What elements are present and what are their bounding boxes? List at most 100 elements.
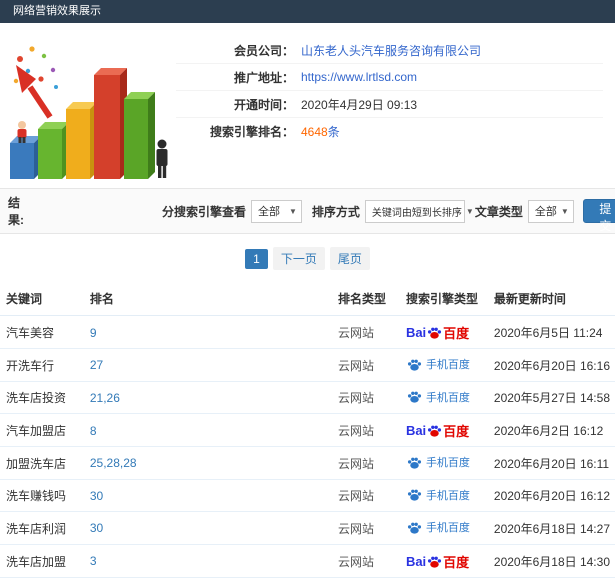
rank-count-unit: 条	[327, 125, 340, 139]
table-row: 汽车美容 9 云网站 Bai百度 手机百度 2020年6月5日 11:24	[0, 315, 615, 349]
mobile-baidu-paw-icon	[407, 489, 421, 501]
keyword-cell: 洗车店利润	[0, 511, 84, 545]
submit-button[interactable]: 提交	[582, 199, 615, 233]
search-engine-logo: Bai百度 手机百度	[406, 519, 470, 535]
mobile-baidu-paw-icon	[407, 391, 421, 403]
rank-type-cell: 云网站	[332, 511, 400, 545]
engine-cell: Bai百度 手机百度	[399, 348, 488, 382]
engine-select[interactable]: 全部 ▼	[251, 199, 302, 223]
updated-cell: 2020年6月20日 16:11	[487, 446, 615, 480]
keyword-cell: 汽车美容	[0, 315, 84, 349]
keyword-cell: 洗车店投资	[0, 381, 84, 414]
rank-value-link[interactable]: 25,28,28	[90, 456, 137, 470]
page-last-button[interactable]: 尾页	[329, 247, 370, 270]
mobile-baidu-label: 手机百度	[425, 391, 470, 404]
page-next-button[interactable]: 下一页	[272, 247, 325, 270]
sort-select-value: 关键词由短到长排序	[371, 207, 462, 219]
open-time-label: 开通时间：	[233, 97, 294, 112]
rank-cell: 30	[83, 511, 333, 545]
mobile-baidu-label: 手机百度	[425, 457, 470, 469]
rank-value-link[interactable]: 3	[90, 554, 97, 568]
header-engine-type: 搜索引擎类型	[399, 282, 488, 316]
mobile-baidu-label: 手机百度	[425, 522, 470, 534]
info-row-company: 会员公司： 山东老人头汽车服务咨询有限公司	[176, 37, 603, 64]
baidu-logo: Bai 百度	[406, 421, 469, 440]
table-row: 汽车加盟店 8 云网站 Bai百度 手机百度 2020年6月2日 16:12	[0, 413, 615, 447]
search-engine-logo: Bai百度 手机百度	[406, 421, 469, 440]
updated-cell: 2020年6月18日 14:27	[487, 511, 615, 545]
keyword-cell: 开洗车行	[0, 348, 84, 382]
rank-cell: 30	[83, 479, 333, 512]
engine-cell: Bai百度 手机百度	[399, 315, 488, 349]
promotion-url-link[interactable]: https://www.lrtlsd.com	[301, 70, 417, 84]
page-header: 网络营销效果展示	[0, 0, 615, 23]
rank-type-cell: 云网站	[332, 348, 400, 382]
rank-cell: 9	[83, 315, 333, 349]
keyword-cell: 加盟洗车店	[0, 446, 84, 480]
updated-cell: 2020年6月2日 16:12	[487, 413, 615, 447]
open-time-value: 2020年4月29日 09:13	[301, 97, 418, 112]
sort-select[interactable]: 关键词由短到长排序 ▼	[364, 199, 474, 223]
header-keyword: 关键词	[0, 282, 84, 316]
rank-value-link[interactable]: 8	[90, 424, 97, 438]
engine-select-value: 全部	[258, 206, 280, 218]
mobile-baidu-paw-icon	[407, 522, 421, 534]
header-rank-type: 排名类型	[332, 282, 400, 316]
company-label: 会员公司：	[233, 43, 294, 58]
updated-cell: 2020年6月20日 16:16	[487, 348, 615, 382]
filter-group: 分搜索引擎查看 全部 ▼ 排序方式 关键词由短到长排序 ▼ 文章类型 全部 ▼ …	[161, 199, 615, 233]
baidu-logo-du: 百度	[443, 424, 470, 439]
page-current[interactable]: 1	[245, 248, 268, 269]
keyword-cell: 洗车店加盟	[0, 544, 84, 578]
illustration-panel	[4, 29, 176, 184]
baidu-logo: Bai 百度	[406, 552, 469, 571]
baidu-logo-du: 百度	[443, 554, 470, 570]
search-engine-logo: Bai百度 手机百度	[406, 552, 469, 571]
engine-cell: Bai百度 手机百度	[399, 511, 488, 545]
baidu-logo-bai: Bai	[405, 423, 427, 438]
rank-type-cell: 云网站	[332, 446, 400, 480]
chevron-down-icon: ▼	[288, 206, 297, 216]
mobile-baidu-logo: 手机百度	[406, 487, 470, 503]
header-rank: 排名	[83, 282, 333, 316]
baidu-paw-icon	[428, 425, 442, 437]
results-filter-bar: 结果: 分搜索引擎查看 全部 ▼ 排序方式 关键词由短到长排序 ▼ 文章类型 全…	[0, 188, 615, 234]
mobile-baidu-paw-icon	[407, 359, 421, 371]
company-link[interactable]: 山东老人头汽车服务咨询有限公司	[301, 42, 481, 59]
rank-cell: 27	[83, 348, 333, 382]
updated-cell: 2020年6月18日 14:30	[487, 544, 615, 578]
baidu-logo: Bai 百度	[406, 323, 469, 342]
rank-cell: 21,26	[83, 381, 333, 414]
mobile-baidu-label: 手机百度	[425, 489, 470, 502]
engine-cell: Bai百度 手机百度	[399, 479, 488, 512]
rank-value-link[interactable]: 27	[90, 358, 103, 372]
article-type-select[interactable]: 全部 ▼	[527, 199, 574, 223]
rank-value-link[interactable]: 21,26	[90, 391, 120, 405]
rank-cell: 25,28,28	[83, 446, 333, 480]
mobile-baidu-label: 手机百度	[425, 359, 470, 371]
keyword-cell: 汽车加盟店	[0, 413, 84, 447]
search-engine-logo: Bai百度 手机百度	[406, 389, 470, 405]
table-row: 洗车店利润 30 云网站 Bai百度 手机百度 2020年6月18日 14:27	[0, 511, 615, 545]
info-row-rank-count: 搜索引擎排名： 4648条	[176, 118, 603, 145]
chevron-down-icon: ▼	[465, 206, 474, 216]
rank-count-label: 搜索引擎排名：	[209, 125, 294, 139]
rank-value-link[interactable]: 30	[90, 521, 103, 535]
search-engine-logo: Bai百度 手机百度	[406, 356, 470, 372]
chevron-down-icon: ▼	[560, 206, 569, 216]
sort-label: 排序方式	[311, 204, 360, 219]
results-table: 关键词 排名 排名类型 搜索引擎类型 最新更新时间 汽车美容 9 云网站 Bai…	[0, 282, 615, 578]
search-engine-logo: Bai百度 手机百度	[406, 454, 470, 470]
table-row: 加盟洗车店 25,28,28 云网站 Bai百度 手机百度 2020年6月20日…	[0, 446, 615, 480]
mobile-baidu-logo: 手机百度	[406, 389, 470, 405]
engine-view-label: 分搜索引擎查看	[161, 204, 246, 219]
updated-cell: 2020年6月20日 16:12	[487, 479, 615, 512]
rank-value-link[interactable]: 9	[90, 326, 97, 340]
updated-cell: 2020年6月5日 11:24	[487, 315, 615, 349]
baidu-logo-bai: Bai	[405, 325, 427, 340]
rank-cell: 8	[83, 413, 333, 447]
rank-value-link[interactable]: 30	[90, 489, 103, 503]
mobile-baidu-paw-icon	[407, 457, 421, 469]
rank-type-cell: 云网站	[332, 544, 400, 578]
mobile-baidu-logo: 手机百度	[406, 356, 470, 372]
